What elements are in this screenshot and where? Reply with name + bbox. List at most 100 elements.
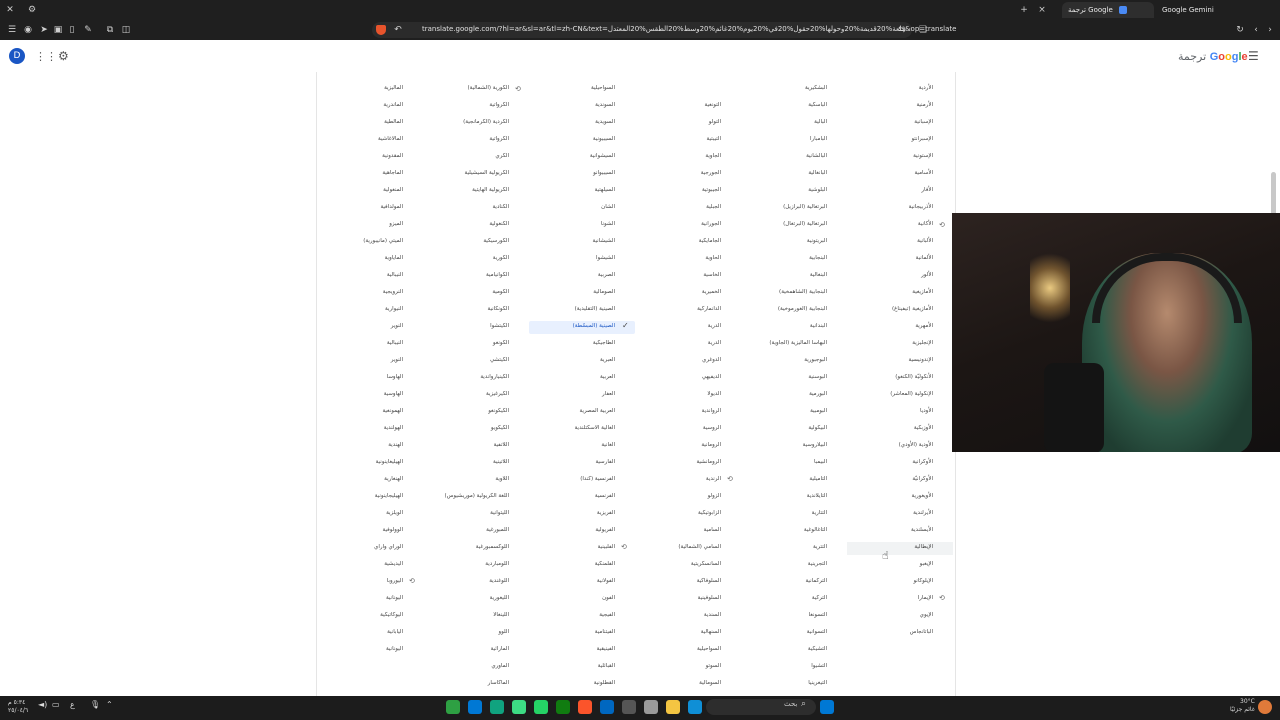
language-option[interactable]: التركية (812, 595, 827, 601)
language-option[interactable]: الهاوسا (387, 374, 403, 380)
language-option[interactable]: القبائلية (598, 663, 615, 669)
language-option[interactable]: الكونكانية (488, 306, 509, 312)
language-option[interactable]: النيبالية (387, 272, 403, 278)
language-option[interactable]: الماليزية (384, 85, 403, 91)
language-option[interactable]: الهيليغاينونية (376, 459, 403, 465)
language-option[interactable]: الفولانية (597, 578, 615, 584)
language-option[interactable]: البرتغالية (البرازيل) (783, 204, 827, 210)
language-option[interactable]: المالطية (384, 119, 403, 125)
language-option[interactable]: الإيطالية (914, 544, 933, 550)
language-option[interactable]: الكنادية (492, 204, 509, 210)
language-option[interactable]: السواحيلية (697, 646, 721, 652)
language-option[interactable]: الجاوية (705, 153, 721, 159)
language-option[interactable]: السيشوانية (590, 153, 615, 159)
share-icon[interactable]: ↶ (392, 24, 404, 36)
language-option[interactable]: الخاسية (703, 272, 721, 278)
language-option[interactable]: البنجابية (809, 255, 827, 261)
language-option[interactable]: القطلونية (594, 680, 615, 686)
language-option[interactable]: الكرواتية (489, 102, 509, 108)
language-option[interactable]: الإيمارا (918, 595, 933, 601)
language-option[interactable]: التركمانية (805, 578, 827, 584)
language-option[interactable]: العربية (600, 374, 615, 380)
language-option[interactable]: التشيوا (811, 663, 827, 669)
language-option[interactable]: الرواندية (702, 408, 721, 414)
language-option[interactable]: الماكاسار (488, 680, 509, 686)
language-option[interactable]: السويدية (595, 119, 615, 125)
language-option[interactable]: الكردية (الكرمانجية) (463, 119, 509, 125)
tray-chevron-icon[interactable]: ⌃ (106, 700, 113, 709)
language-option[interactable]: التونغية (705, 102, 722, 108)
shield-icon[interactable]: ⚙ (26, 4, 38, 16)
language-option[interactable]: الفريزية (597, 510, 615, 516)
language-option[interactable]: العربية المصرية (580, 408, 615, 414)
language-option[interactable]: التترية (813, 544, 827, 550)
language-option[interactable]: اللوكسمبورغية (476, 544, 509, 550)
language-option[interactable]: البومبية (810, 408, 827, 414)
language-option[interactable]: الصربية (598, 272, 615, 278)
language-option[interactable]: الصينية (المبسّطة) (573, 323, 615, 329)
sidebar-icon[interactable]: ▯ (66, 24, 78, 36)
language-option[interactable]: الأفار (921, 187, 933, 193)
language-option[interactable]: الألور (921, 272, 933, 278)
language-option[interactable]: اللوو (498, 629, 509, 635)
new-tab-button[interactable]: + (1018, 4, 1030, 16)
language-option[interactable]: الكينيارواندية (480, 374, 509, 380)
language-option[interactable]: الخميرية (702, 289, 721, 295)
language-option[interactable]: اللاوية (495, 476, 509, 482)
avatar[interactable]: D (9, 48, 25, 64)
language-option[interactable]: الأوديا (920, 408, 933, 414)
language-option[interactable]: التسوانية (807, 629, 827, 635)
reload-icon[interactable]: ↻ (1234, 24, 1246, 36)
android-icon[interactable] (512, 700, 526, 714)
language-option[interactable]: الأرمنية (916, 102, 933, 108)
apps-grid-icon[interactable]: ⋮⋮ (35, 50, 57, 63)
language-option[interactable]: التيغرينيا (808, 680, 827, 686)
language-option[interactable]: الأمازيغية (تيفيناغ) (892, 306, 933, 312)
settings-app-icon[interactable] (622, 700, 636, 714)
location-icon[interactable]: ◉ (22, 24, 34, 36)
language-option[interactable]: الإنكولية (المعاشر) (890, 391, 933, 397)
language-option[interactable]: الكوانيامية (486, 272, 509, 278)
language-option[interactable]: العفار (602, 391, 615, 397)
language-option[interactable]: الإسبانية (914, 119, 933, 125)
language-option[interactable]: السلوفاكية (697, 578, 721, 584)
language-option[interactable]: البيلاروسية (803, 442, 827, 448)
language-option[interactable]: اللاتفية (494, 442, 509, 448)
language-option[interactable]: اليوكاتيكية (380, 612, 403, 618)
language-option[interactable]: الفيتنامية (595, 629, 615, 635)
language-option[interactable]: السامية (704, 527, 721, 533)
close-tab-button[interactable]: × (1036, 4, 1048, 16)
language-option[interactable]: التتارية (812, 510, 827, 516)
language-option[interactable]: الكيكونغو (488, 408, 509, 414)
language-option[interactable]: اليونانية (386, 595, 403, 601)
send-icon[interactable]: ➤ (38, 24, 50, 36)
language-option[interactable]: الشيشانية (593, 238, 616, 244)
language-option[interactable]: البنجابية (الشاهمخية) (779, 289, 827, 295)
language-option[interactable]: البامبارا (810, 136, 827, 142)
language-option[interactable]: السلوفينية (698, 595, 721, 601)
language-option[interactable]: الإستونية (913, 153, 933, 159)
language-option[interactable]: التسونغا (809, 612, 827, 618)
menu-icon[interactable]: ☰ (6, 24, 18, 36)
language-option[interactable]: الفلمنكية (595, 561, 615, 567)
xbox-icon[interactable] (556, 700, 570, 714)
language-option[interactable]: التجرينية (808, 561, 827, 567)
language-option[interactable]: السيبيوانو (593, 170, 615, 176)
language-option[interactable]: اليونانية (386, 646, 403, 652)
language-option[interactable]: الجيبوتية (702, 187, 721, 193)
language-option[interactable]: الدرية (708, 340, 721, 346)
language-option[interactable]: البنغالية (810, 272, 827, 278)
language-option[interactable]: الجامايكية (699, 238, 721, 244)
language-option[interactable]: الأيسلندية (911, 527, 933, 533)
language-option[interactable]: التايلاندية (807, 493, 827, 499)
language-option[interactable]: الكورية (الشمالية) (467, 85, 509, 91)
screenshot-icon[interactable]: ⧉ (104, 24, 116, 36)
language-option[interactable]: الميتي (مانيبورية) (363, 238, 403, 244)
language-option[interactable]: الصومالية (593, 289, 615, 295)
language-option[interactable]: الهولندية (384, 425, 403, 431)
language-option[interactable]: البالشانية (806, 153, 827, 159)
notes-icon[interactable] (644, 700, 658, 714)
back-icon[interactable]: ‹ (1250, 24, 1262, 36)
camera-icon[interactable]: ▣ (52, 24, 64, 36)
extensions-icon[interactable]: ✎ (82, 24, 94, 36)
